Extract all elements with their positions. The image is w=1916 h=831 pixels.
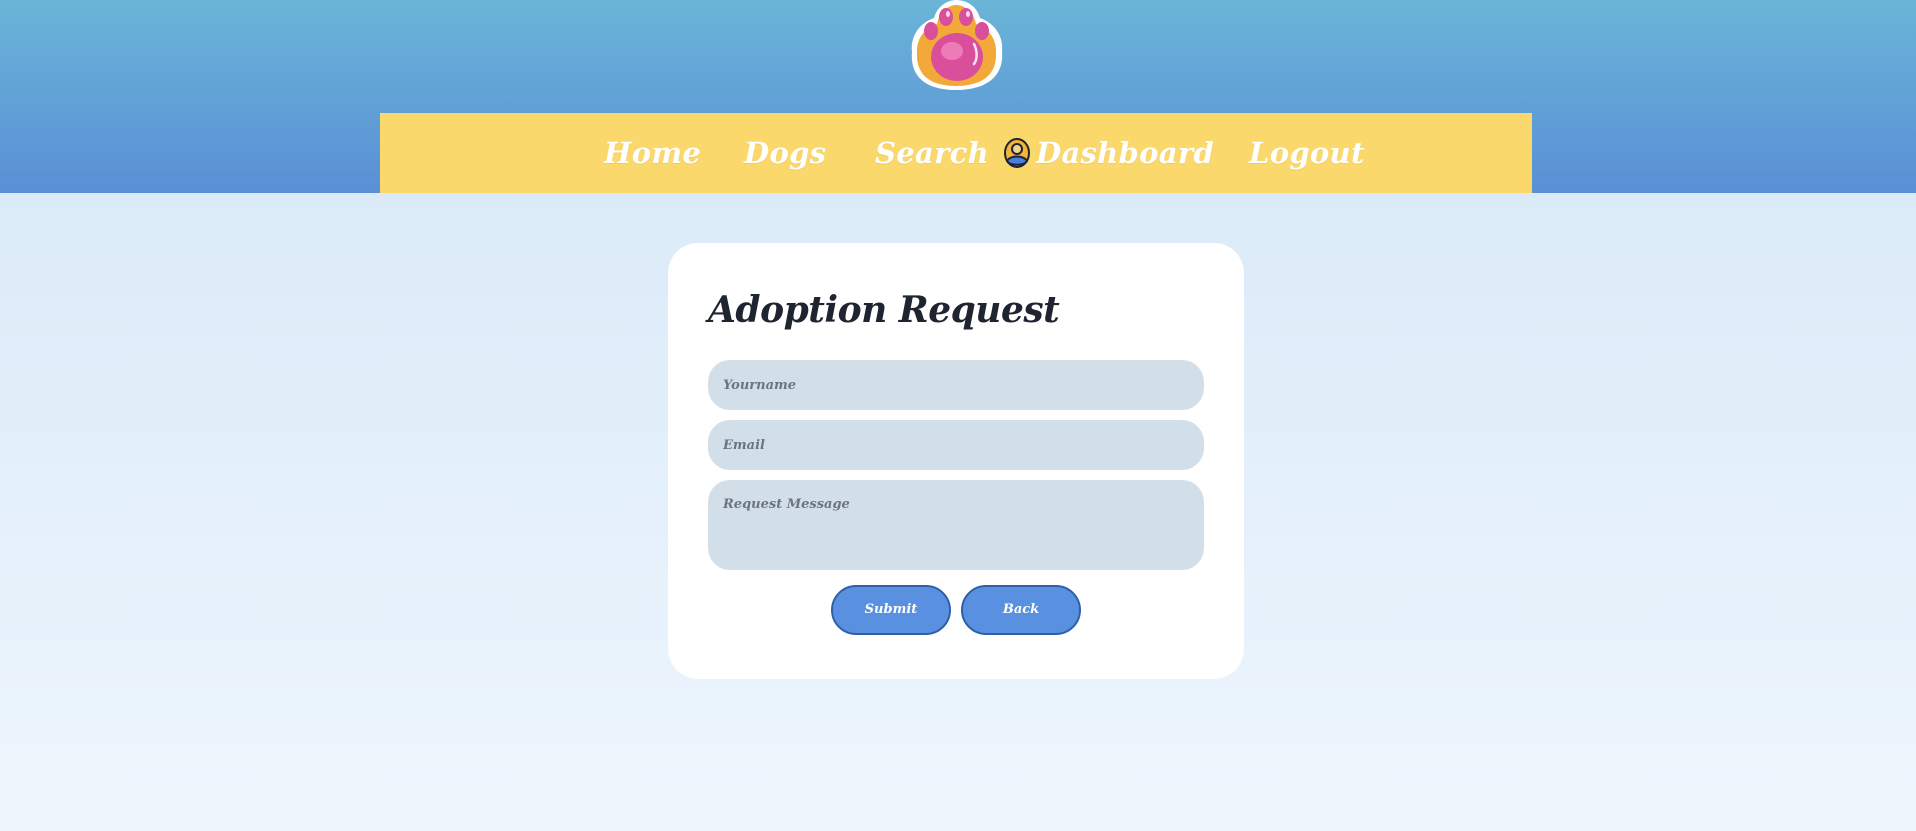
paw-logo-icon[interactable] [904, 0, 1008, 90]
main-navbar: Home Dogs Search Dashboard Logout [380, 113, 1532, 193]
email-input[interactable] [708, 420, 1204, 470]
back-button[interactable]: Back [961, 585, 1081, 635]
nav-dashboard-link[interactable]: Dashboard [1036, 135, 1214, 171]
nav-home-link[interactable]: Home [604, 135, 701, 171]
name-input[interactable] [708, 360, 1204, 410]
adoption-request-card: Adoption Request Submit Back [668, 243, 1244, 679]
page-header: Home Dogs Search Dashboard Logout [0, 0, 1916, 193]
nav-search-link[interactable]: Search [875, 135, 989, 171]
nav-dogs-link[interactable]: Dogs [744, 135, 826, 171]
submit-button[interactable]: Submit [831, 585, 951, 635]
form-title: Adoption Request [708, 289, 1060, 331]
nav-logout-link[interactable]: Logout [1249, 135, 1365, 171]
user-avatar-icon[interactable] [1003, 137, 1031, 169]
request-message-textarea[interactable] [708, 480, 1204, 570]
